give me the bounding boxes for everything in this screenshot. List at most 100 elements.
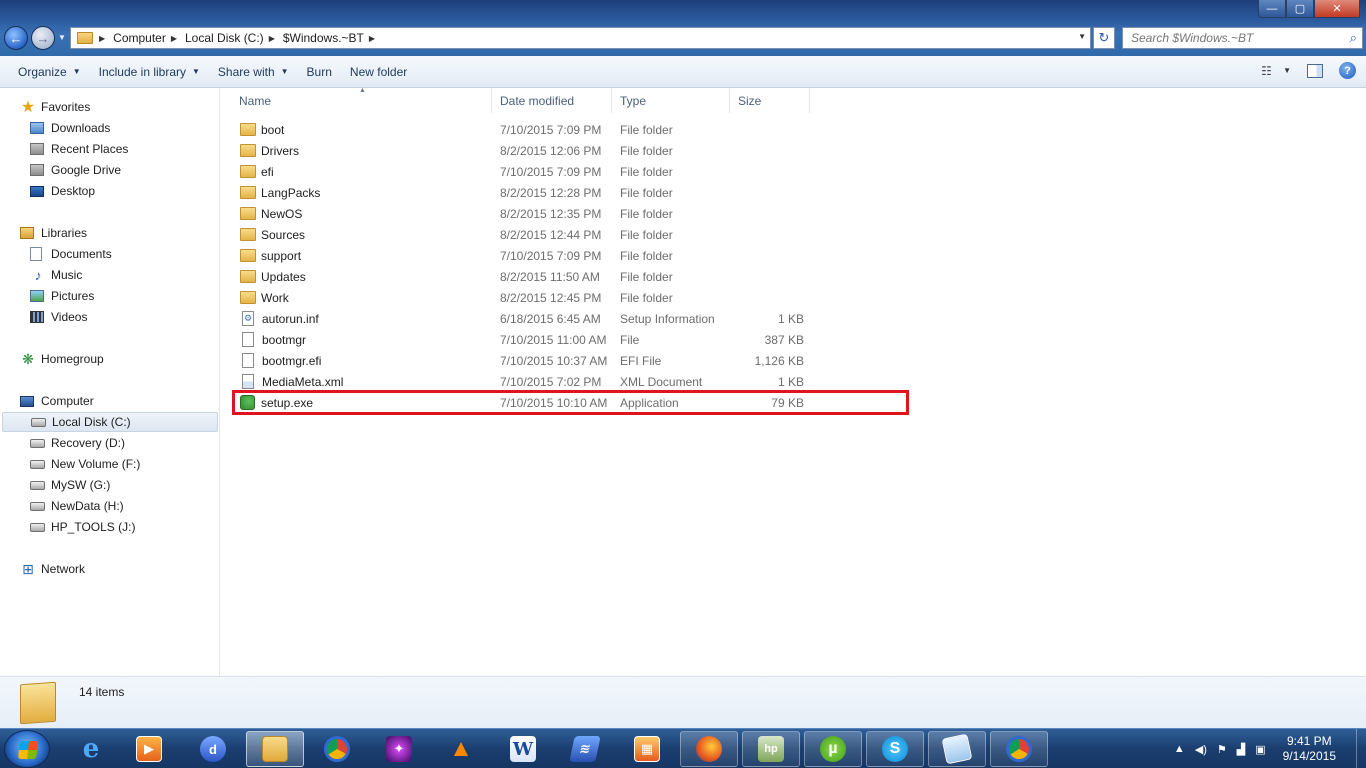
taskbar-vlc[interactable]: ▲ — [432, 731, 490, 767]
column-header-date-modified[interactable]: Date modified — [492, 88, 612, 113]
taskbar-chrome[interactable] — [308, 731, 366, 767]
file-size: 1 KB — [777, 311, 804, 326]
nav-recent-places[interactable]: Recent Places — [30, 139, 128, 159]
chevron-right-icon[interactable]: ▶ — [364, 34, 383, 43]
preview-pane-icon[interactable] — [1307, 63, 1323, 78]
nav-recovery-d[interactable]: Recovery (D:) — [30, 433, 125, 453]
taskbar-media-player[interactable]: ▶ — [120, 731, 178, 767]
taskbar-media-app[interactable]: ✦ — [370, 731, 428, 767]
nav-newdata-h[interactable]: NewData (H:) — [30, 496, 124, 516]
taskbar-firefox[interactable] — [680, 731, 738, 767]
back-button[interactable]: ← — [4, 26, 28, 50]
search-input[interactable] — [1131, 31, 1336, 45]
taskbar-hp-app[interactable]: hp — [742, 731, 800, 767]
nav-network[interactable]: ⊞ Network — [20, 559, 85, 579]
search-box[interactable]: ⌕ — [1122, 27, 1363, 49]
close-button[interactable]: ✕ — [1314, 0, 1360, 18]
column-header-size[interactable]: Size — [730, 88, 810, 113]
nav-desktop[interactable]: Desktop — [30, 181, 95, 201]
chevron-right-icon[interactable]: ▶ — [99, 34, 113, 43]
file-row[interactable]: bootmgr.efi 7/10/2015 10:37 AM EFI File 1,1… — [233, 350, 804, 371]
signal-icon[interactable]: ▟ — [1237, 743, 1245, 756]
volume-icon[interactable]: ◀) — [1195, 743, 1207, 756]
column-label: Type — [620, 93, 647, 108]
skype-icon: S — [882, 736, 908, 762]
share-with-button[interactable]: Share with ▼ — [209, 60, 298, 84]
nav-homegroup[interactable]: ❋ Homegroup — [20, 349, 104, 369]
file-name: MediaMeta.xml — [262, 374, 344, 389]
show-hidden-icons-icon[interactable]: ▲ — [1174, 743, 1185, 755]
refresh-button[interactable]: ↻ — [1093, 27, 1115, 49]
file-row[interactable]: support 7/10/2015 7:09 PM File folder — [233, 245, 804, 266]
taskbar-app-flash[interactable]: ≋ — [556, 731, 614, 767]
column-header-type[interactable]: Type — [612, 88, 730, 113]
file-name: efi — [261, 164, 274, 179]
nav-local-disk-c[interactable]: Local Disk (C:) — [2, 412, 218, 432]
file-row[interactable]: boot 7/10/2015 7:09 PM File folder — [233, 119, 804, 140]
nav-mysw-g[interactable]: MySW (G:) — [30, 475, 110, 495]
highlight-annotation-box — [232, 390, 909, 415]
taskbar-windows-explorer[interactable] — [246, 731, 304, 767]
file-row[interactable]: NewOS 8/2/2015 12:35 PM File folder — [233, 203, 804, 224]
file-row[interactable]: bootmgr 7/10/2015 11:00 AM File 387 KB — [233, 329, 804, 350]
taskbar-notes-app[interactable] — [928, 731, 986, 767]
forward-button[interactable]: → — [31, 26, 55, 50]
column-headers: Name ▲ Date modified Type Size — [231, 87, 810, 113]
taskbar-skype[interactable]: S — [866, 731, 924, 767]
help-icon[interactable]: ? — [1339, 62, 1356, 79]
chevron-down-icon[interactable]: ▼ — [1078, 32, 1086, 41]
file-row[interactable]: Drivers 8/2/2015 12:06 PM File folder — [233, 140, 804, 161]
taskbar-app-d[interactable]: d — [184, 731, 242, 767]
file-row[interactable]: Updates 8/2/2015 11:50 AM File folder — [233, 266, 804, 287]
nav-google-drive[interactable]: Google Drive — [30, 160, 121, 180]
change-view-icon[interactable]: ☷ — [1261, 64, 1277, 78]
nav-music[interactable]: ♪ Music — [30, 265, 83, 285]
nav-pictures[interactable]: Pictures — [30, 286, 94, 306]
start-button[interactable] — [4, 730, 50, 768]
recent-pages-dropdown-icon[interactable]: ▼ — [58, 33, 66, 42]
file-row[interactable]: ⚙ autorun.inf 6/18/2015 6:45 AM Setup Infor… — [233, 308, 804, 329]
file-row[interactable]: efi 7/10/2015 7:09 PM File folder — [233, 161, 804, 182]
taskbar-word[interactable]: W — [494, 731, 552, 767]
file-row[interactable]: Sources 8/2/2015 12:44 PM File folder — [233, 224, 804, 245]
nav-computer[interactable]: Computer — [20, 391, 94, 411]
taskbar-chrome-2[interactable] — [990, 731, 1048, 767]
nav-hp-tools-j[interactable]: HP_TOOLS (J:) — [30, 517, 135, 537]
taskbar-internet-explorer[interactable]: e — [62, 731, 120, 767]
breadcrumb-local-disk[interactable]: Local Disk (C:) — [185, 28, 264, 48]
drive-icon — [30, 438, 45, 448]
search-icon[interactable]: ⌕ — [1350, 30, 1357, 46]
nav-new-volume-f[interactable]: New Volume (F:) — [30, 454, 140, 474]
nav-documents[interactable]: Documents — [30, 244, 112, 264]
action-center-flag-icon[interactable]: ⚑ — [1217, 743, 1227, 756]
chevron-right-icon[interactable]: ▶ — [166, 34, 185, 43]
file-row[interactable]: Work 8/2/2015 12:45 PM File folder — [233, 287, 804, 308]
nav-videos[interactable]: Videos — [30, 307, 87, 327]
show-desktop-button[interactable] — [1356, 729, 1366, 768]
maximize-button[interactable]: ▢ — [1286, 0, 1314, 18]
minimize-button[interactable]: — — [1258, 0, 1286, 18]
chevron-right-icon[interactable]: ▶ — [264, 34, 283, 43]
nav-libraries[interactable]: Libraries — [20, 223, 87, 243]
address-bar[interactable]: ▶ Computer ▶ Local Disk (C:) ▶ $Windows.… — [70, 27, 1091, 49]
nav-favorites[interactable]: ★ Favorites — [20, 97, 91, 117]
chevron-down-icon[interactable]: ▼ — [1283, 66, 1291, 75]
taskbar-app-tiles[interactable]: ▦ — [618, 731, 676, 767]
taskbar-utorrent[interactable]: µ — [804, 731, 862, 767]
breadcrumb-windows-bt[interactable]: $Windows.~BT — [283, 28, 364, 48]
nav-downloads[interactable]: Downloads — [30, 118, 110, 138]
column-header-name[interactable]: Name ▲ — [231, 87, 492, 113]
include-in-library-button[interactable]: Include in library ▼ — [90, 60, 209, 84]
new-folder-button[interactable]: New folder — [341, 60, 416, 84]
network-status-icon[interactable]: ▣ — [1255, 743, 1265, 756]
file-row[interactable]: LangPacks 8/2/2015 12:28 PM File folder — [233, 182, 804, 203]
breadcrumb-computer[interactable]: Computer — [113, 28, 166, 48]
file-name: Sources — [261, 227, 306, 242]
chevron-down-icon: ▼ — [72, 67, 81, 76]
organize-button[interactable]: Organize ▼ — [9, 60, 90, 84]
file-type: File folder — [620, 248, 673, 263]
file-row[interactable]: MediaMeta.xml 7/10/2015 7:02 PM XML Docume… — [233, 371, 804, 392]
clock[interactable]: 9:41 PM 9/14/2015 — [1283, 734, 1336, 764]
column-label: Size — [738, 93, 762, 108]
burn-button[interactable]: Burn — [298, 60, 341, 84]
